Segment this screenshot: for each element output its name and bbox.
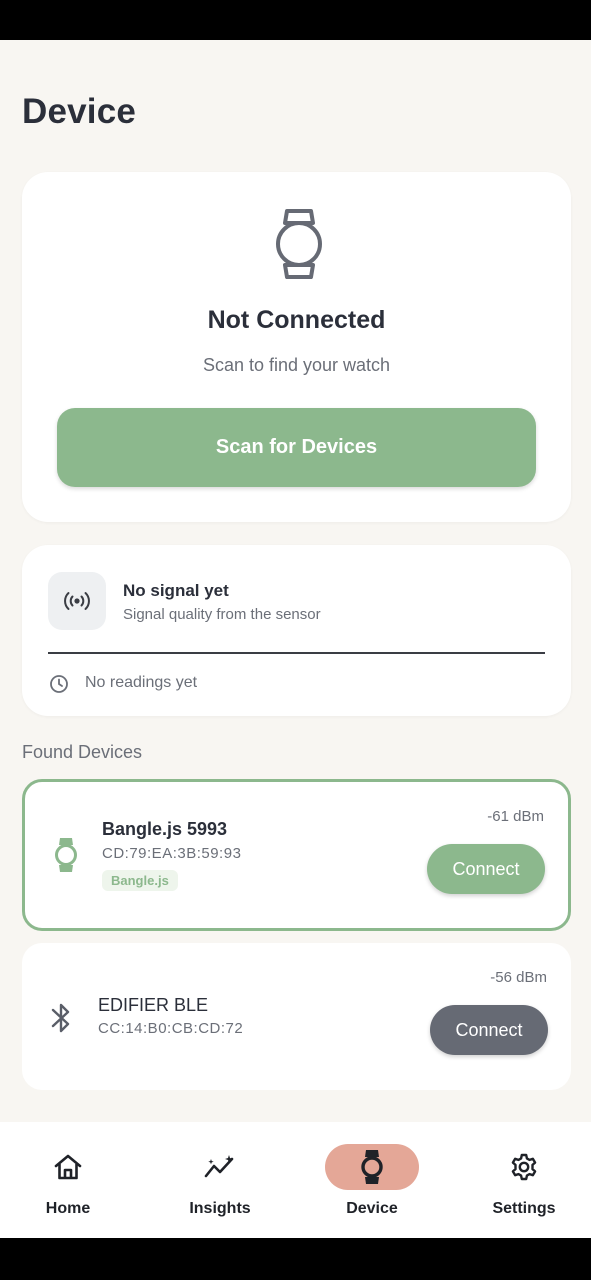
device-item[interactable]: EDIFIER BLE CC:14:B0:CB:CD:72 -56 dBm Co… — [22, 943, 571, 1090]
nav-label: Settings — [492, 1200, 556, 1217]
connect-button[interactable]: Connect — [430, 1005, 548, 1055]
nav-icon-container — [325, 1144, 419, 1190]
signal-title: No signal yet — [123, 581, 229, 600]
nav-label: Insights — [189, 1200, 251, 1217]
scan-button[interactable]: Scan for Devices — [57, 408, 536, 487]
readings-status: No readings yet — [85, 674, 198, 691]
page-title: Device — [22, 92, 137, 131]
insights-icon — [204, 1155, 234, 1178]
device-rssi: -61 dBm — [487, 808, 544, 825]
nav-label: Device — [346, 1200, 398, 1217]
device-address: CD:79:EA:3B:59:93 — [102, 845, 242, 862]
device-address: CC:14:B0:CB:CD:72 — [98, 1020, 244, 1037]
connect-button[interactable]: Connect — [427, 844, 545, 894]
signal-icon-box — [48, 572, 106, 630]
device-item[interactable]: Bangle.js 5993 CD:79:EA:3B:59:93 Bangle.… — [22, 779, 571, 931]
device-name: EDIFIER BLE — [98, 995, 209, 1015]
watch-icon — [55, 838, 77, 872]
home-icon — [54, 1154, 82, 1180]
system-navigation-bar — [0, 1238, 591, 1280]
nav-icon-container — [477, 1144, 571, 1190]
found-devices-label: Found Devices — [22, 742, 143, 762]
signal-icon — [64, 592, 90, 610]
status-subtitle: Scan to find your watch — [202, 355, 391, 375]
signal-card: No signal yet Signal quality from the se… — [22, 545, 571, 716]
bluetooth-icon — [51, 1003, 70, 1033]
screen: Device Not Connected Scan to find your w… — [0, 40, 591, 1238]
nav-item-home[interactable]: Home — [0, 1122, 142, 1238]
device-name: Bangle.js 5993 — [102, 819, 228, 839]
nav-icon-container — [21, 1144, 115, 1190]
nav-item-settings[interactable]: Settings — [450, 1122, 591, 1238]
gear-icon — [511, 1153, 537, 1181]
signal-subtitle: Signal quality from the sensor — [123, 606, 321, 623]
connection-status-card: Not Connected Scan to find your watch Sc… — [22, 172, 571, 522]
clock-icon — [50, 675, 68, 693]
device-rssi: -56 dBm — [490, 969, 547, 986]
device-type-badge: Bangle.js — [102, 870, 178, 891]
status-title: Not Connected — [207, 306, 386, 334]
nav-item-insights[interactable]: Insights — [146, 1122, 294, 1238]
nav-label: Home — [45, 1200, 91, 1217]
watch-icon — [276, 209, 322, 279]
nav-icon-container — [173, 1144, 267, 1190]
nav-item-device[interactable]: Device — [298, 1122, 446, 1238]
bottom-navigation: Home Insights Device Settings — [0, 1122, 591, 1238]
watch-icon — [361, 1150, 383, 1184]
signal-divider — [48, 652, 545, 654]
